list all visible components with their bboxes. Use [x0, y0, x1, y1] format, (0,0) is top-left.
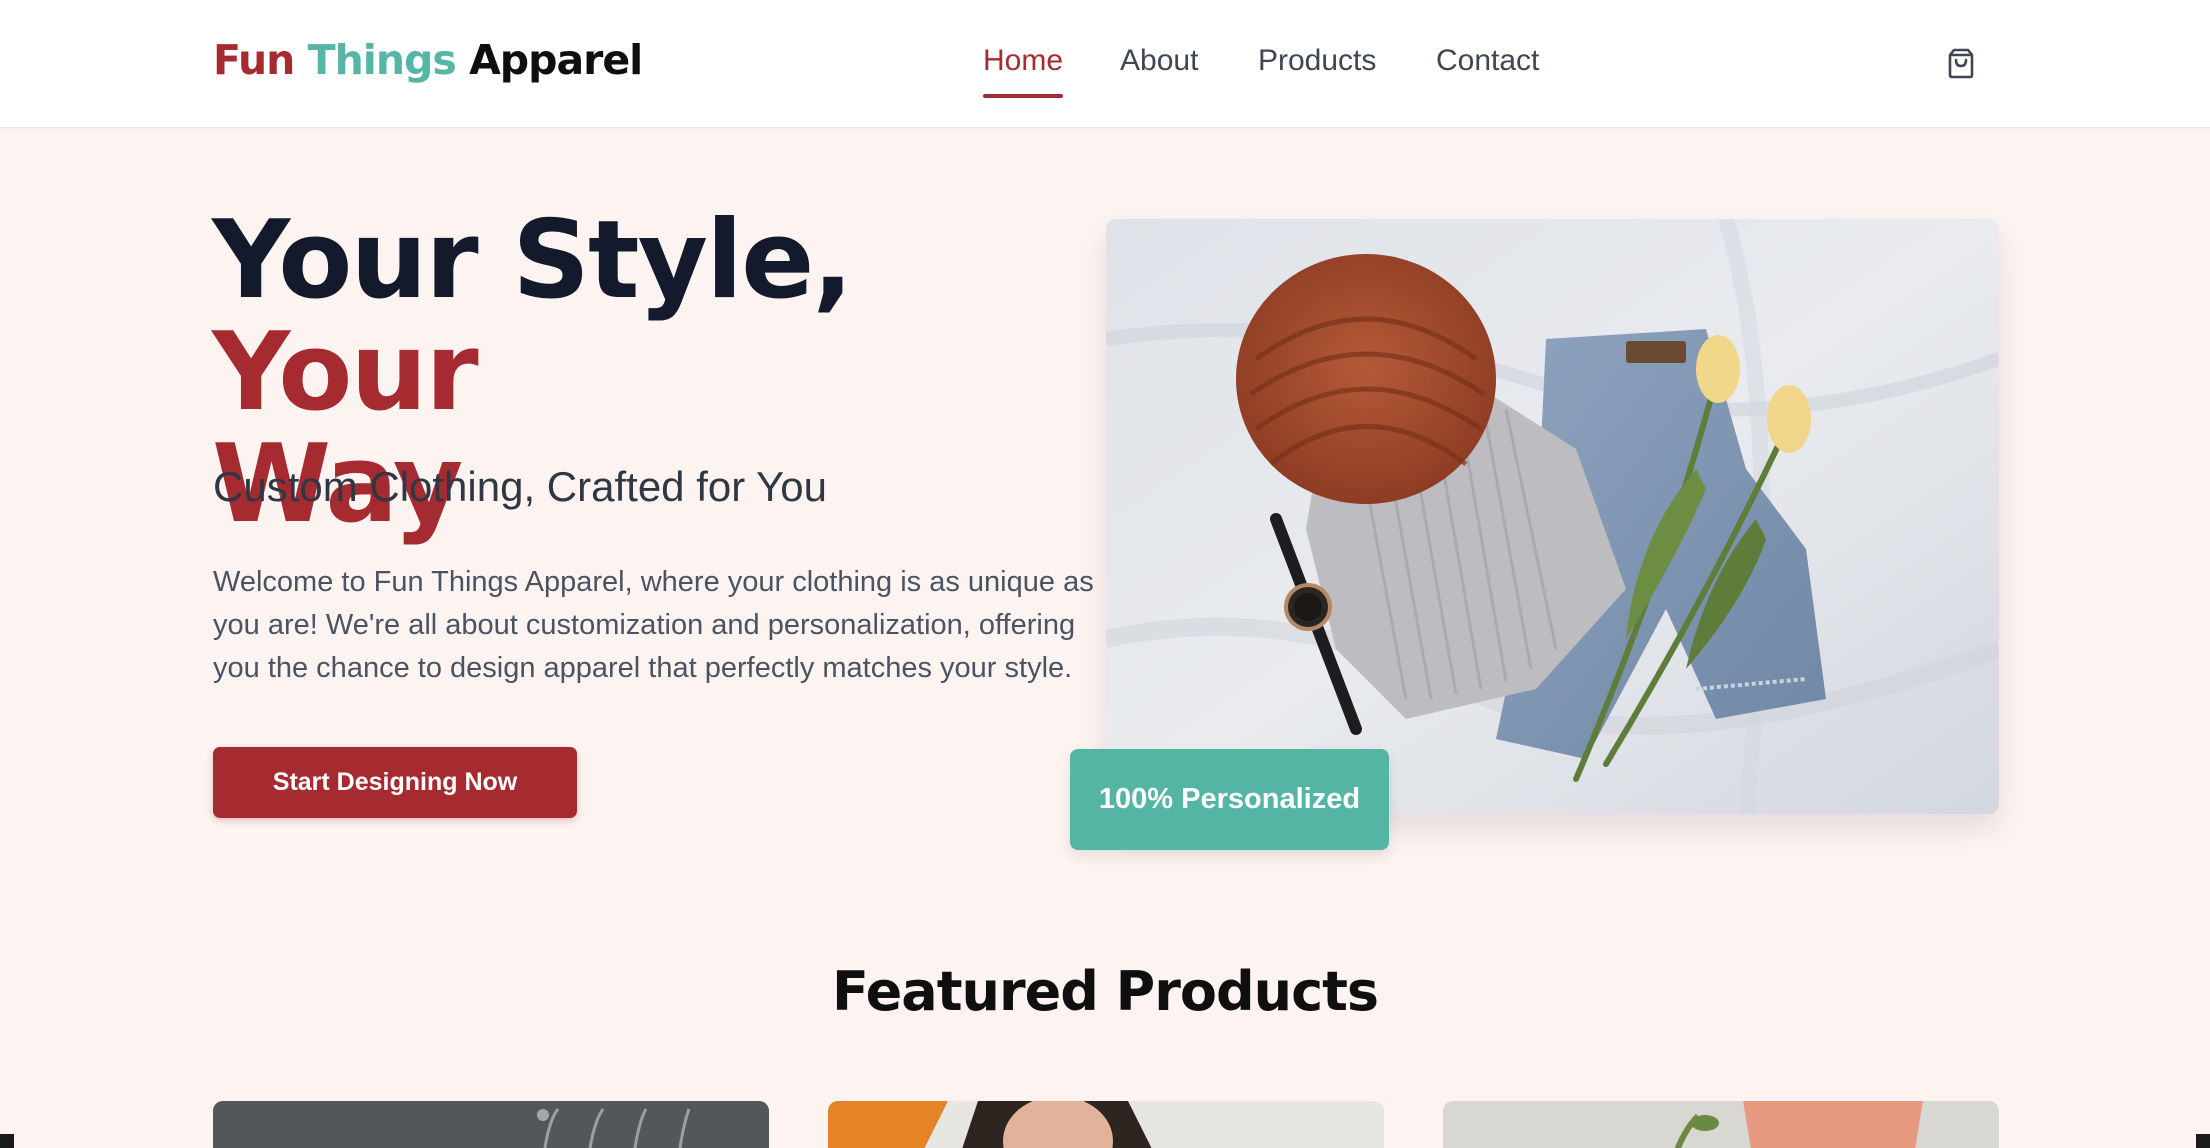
- product-card[interactable]: [1443, 1101, 1999, 1148]
- featured-products-title: Featured Products: [831, 960, 1379, 1023]
- hero-subtitle: Custom Clothing, Crafted for You: [213, 463, 828, 510]
- hero-title-part1: Your Style,: [212, 198, 853, 323]
- brand-word-things: Things: [307, 36, 457, 84]
- nav-about[interactable]: About: [1120, 44, 1198, 78]
- hero-image: [1106, 219, 1999, 814]
- site-header: Fun Things Apparel Home About Products C…: [0, 0, 2210, 128]
- brand-logo[interactable]: Fun Things Apparel: [213, 36, 643, 84]
- brand-word-fun: Fun: [213, 36, 295, 84]
- hero-title-part2: Your: [212, 310, 479, 435]
- nav-contact[interactable]: Contact: [1436, 44, 1539, 78]
- start-designing-button[interactable]: Start Designing Now: [213, 747, 577, 818]
- brand-word-apparel: Apparel: [469, 36, 643, 84]
- personalized-badge: 100% Personalized: [1070, 749, 1389, 850]
- nav-home[interactable]: Home: [983, 44, 1063, 78]
- hero-description: Welcome to Fun Things Apparel, where you…: [213, 566, 1094, 684]
- shopping-bag-icon[interactable]: [1946, 47, 1976, 79]
- frame-corner: [2196, 1134, 2210, 1148]
- nav-active-indicator: [983, 94, 1063, 98]
- frame-corner: [0, 1134, 14, 1148]
- product-card[interactable]: [213, 1101, 769, 1148]
- nav-products[interactable]: Products: [1258, 44, 1376, 78]
- product-card[interactable]: [828, 1101, 1384, 1148]
